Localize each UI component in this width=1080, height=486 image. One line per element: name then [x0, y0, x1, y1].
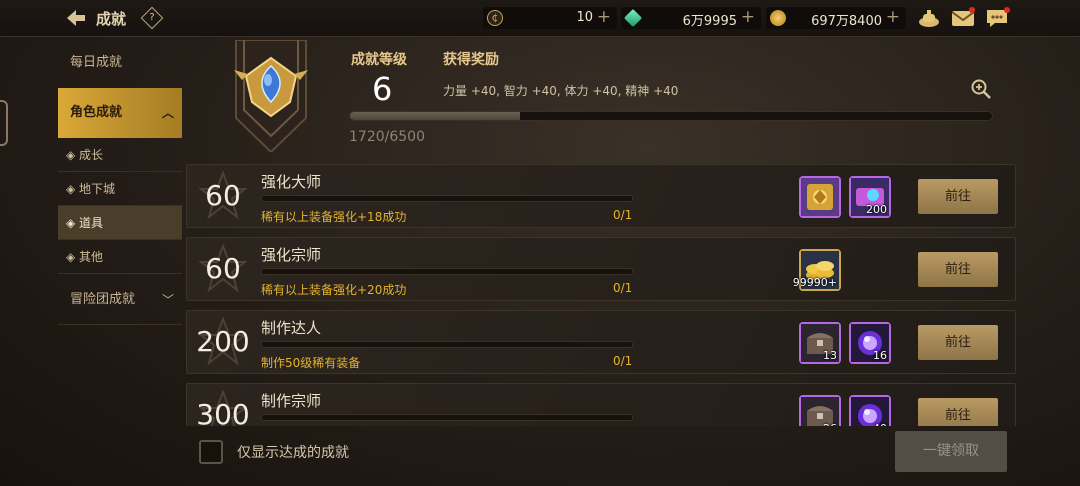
claim-all-button[interactable]: 一键领取	[895, 431, 1007, 472]
sidebar-divider	[58, 324, 182, 325]
gold-currency: 697万8400 +	[766, 7, 906, 29]
sidebar-item-label: 冒险团成就	[70, 292, 136, 307]
go-button[interactable]: 前往	[918, 179, 998, 214]
achievement-progress-text: 0/1	[613, 281, 633, 295]
show-completed-checkbox[interactable]	[199, 440, 223, 464]
reward-count: 13	[823, 349, 837, 362]
page-title: 成就	[96, 10, 127, 28]
achievement-name: 强化大师	[261, 173, 322, 191]
gold-value: 697万8400	[811, 14, 882, 29]
token-value: 10	[576, 10, 593, 25]
reward-item-orb-icon[interactable]: 40	[849, 395, 891, 426]
reward-item-ticket-icon[interactable]: 200	[849, 176, 891, 218]
achievement-row: 60 强化大师稀有以上装备强化+18成功 0/1 200 前往	[186, 164, 1016, 228]
token-icon: ¢	[487, 10, 503, 26]
token-currency: ¢ 10 +	[483, 7, 617, 29]
achievement-level-progress-text: 1720/6500	[349, 129, 425, 145]
achievement-points-badge: 200	[187, 311, 259, 375]
sidebar-sub-growth[interactable]: ◈ 成长	[58, 138, 182, 172]
tea-pot-icon[interactable]	[917, 7, 941, 29]
go-button[interactable]: 前往	[918, 252, 998, 287]
achievement-rank-emblem-icon	[234, 40, 308, 152]
reward-count: 16	[873, 349, 887, 362]
reward-item-chest-icon[interactable]: 26	[799, 395, 841, 426]
achievement-points: 60	[205, 252, 241, 285]
achievement-name: 制作宗师	[261, 392, 322, 410]
help-icon: ?	[149, 12, 155, 23]
achievement-level-value: 6	[372, 70, 393, 108]
achievement-row: 300 制作宗师 26 40 前往	[186, 383, 1016, 426]
achievement-description: 稀有以上装备强化+18成功	[261, 210, 407, 224]
sidebar-item-label: 角色成就	[70, 105, 123, 120]
go-button[interactable]: 前往	[918, 398, 998, 426]
achievement-points-badge: 60	[187, 238, 259, 302]
sidebar-sub-dungeon[interactable]: ◈ 地下城	[58, 172, 182, 206]
back-arrow-icon[interactable]	[64, 8, 88, 28]
achievement-description: 制作50级稀有装备	[261, 356, 361, 370]
achievement-points: 300	[196, 398, 250, 426]
sidebar-item-character[interactable]: 角色成就 ︿	[58, 88, 182, 138]
achievement-points: 60	[205, 179, 241, 212]
achievement-list[interactable]: 60 强化大师 稀有以上装备强化+18成功 0/1 200 前往 60 强化宗师 稀有以上装备强…	[186, 164, 1018, 426]
achievement-name: 制作达人	[261, 319, 322, 337]
achievement-progress-bar	[261, 414, 633, 421]
gold-coin-icon	[770, 10, 786, 26]
sidebar-sub-other[interactable]: ◈ 其他	[58, 240, 182, 274]
achievement-level-progress-bar	[349, 111, 993, 121]
chevron-down-icon: ﹀	[161, 293, 174, 307]
zoom-in-icon[interactable]	[970, 78, 992, 100]
reward-count: 99990+	[792, 276, 837, 289]
chevron-up-icon: ︿	[161, 106, 174, 120]
achievement-row: 200 制作达人制作50级稀有装备 0/1 13 16 前往	[186, 310, 1016, 374]
reward-item-orb-icon[interactable]: 16	[849, 322, 891, 364]
sidebar-item-daily[interactable]: 每日成就	[58, 38, 182, 88]
reward-count: 40	[873, 422, 887, 426]
reward-item-chest-icon[interactable]: 13	[799, 322, 841, 364]
gold-add-button[interactable]: +	[886, 7, 900, 27]
achievement-points-badge: 300	[187, 384, 259, 426]
achievement-header: 成就等级 6 获得奖励 力量 +40, 智力 +40, 体力 +40, 精神 +…	[186, 40, 1016, 152]
reward-item-scroll-icon[interactable]	[799, 176, 841, 218]
chat-notification-dot	[1004, 7, 1010, 13]
achievement-progress-bar	[261, 341, 633, 348]
sidebar: 每日成就 角色成就 ︿ ◈ 成长 ◈ 地下城 ◈ 道具 ◈ 其他 冒险团成就 ﹀	[58, 38, 182, 326]
show-completed-label: 仅显示达成的成就	[237, 445, 349, 461]
achievement-progress-bar	[261, 268, 633, 275]
gem-value: 6万9995	[682, 14, 737, 29]
achievement-row: 60 强化宗师稀有以上装备强化+20成功 0/1 99990+ 前往	[186, 237, 1016, 301]
sidebar-item-adventure[interactable]: 冒险团成就 ﹀	[58, 275, 182, 325]
sidebar-sub-items[interactable]: ◈ 道具	[58, 206, 182, 240]
help-button[interactable]: ?	[140, 6, 164, 30]
gem-currency: 6万9995 +	[621, 7, 761, 29]
achievement-level-label: 成就等级	[351, 52, 407, 68]
side-drawer-handle[interactable]	[0, 100, 8, 146]
reward-count: 26	[823, 422, 837, 426]
achievement-progress-bar	[261, 195, 633, 202]
token-add-button[interactable]: +	[597, 7, 611, 27]
progress-fill	[350, 112, 520, 120]
achievement-progress-text: 0/1	[613, 208, 633, 222]
achievement-points: 200	[196, 325, 250, 358]
achievement-description: 稀有以上装备强化+20成功	[261, 283, 407, 297]
go-button[interactable]: 前往	[918, 325, 998, 360]
gem-icon	[623, 8, 643, 28]
reward-stats: 力量 +40, 智力 +40, 体力 +40, 精神 +40	[443, 84, 679, 98]
achievement-progress-text: 0/1	[613, 354, 633, 368]
reward-count: 200	[866, 203, 887, 216]
top-bar: 成就 ? ¢ 10 + 6万9995 + 697万8400 +	[0, 0, 1080, 37]
reward-label: 获得奖励	[443, 52, 499, 68]
reward-item-coins-icon[interactable]: 99990+	[793, 249, 841, 291]
achievement-points-badge: 60	[187, 165, 259, 229]
gem-add-button[interactable]: +	[741, 7, 755, 27]
achievement-name: 强化宗师	[261, 246, 322, 264]
mail-notification-dot	[969, 7, 975, 13]
